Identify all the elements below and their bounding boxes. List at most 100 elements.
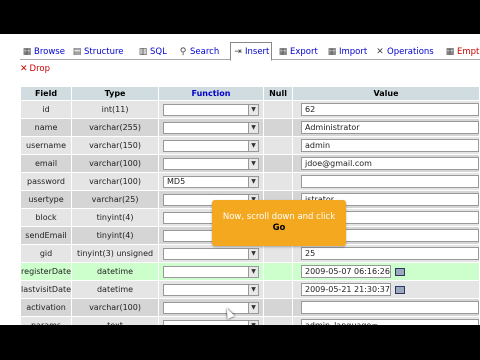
value-cell: admin_language= — [293, 317, 479, 325]
null-cell — [264, 119, 292, 136]
function-select[interactable]: ▼ — [163, 121, 259, 134]
import-icon: ▦ — [327, 46, 337, 57]
table-row: password varchar(100) MD5 ▼ — [21, 173, 479, 190]
field-type: datetime — [72, 263, 159, 280]
tab-export[interactable]: ▦ Export — [278, 43, 318, 60]
value-cell: 25 — [293, 245, 479, 262]
value-cell: 62 — [293, 101, 479, 118]
function-select[interactable]: ▼ — [163, 103, 259, 116]
table-row: paramstext▼ admin_language= — [21, 317, 479, 325]
function-select[interactable]: ▼ — [163, 157, 259, 170]
function-cell: ▼ — [159, 245, 263, 262]
tab-bar: ▦ Browse ▤ Structure ▥ SQL ⚲ Search ⇥ Insert … — [20, 42, 480, 61]
function-select[interactable]: ▼ — [163, 247, 259, 260]
function-select[interactable]: ▼ — [163, 139, 259, 152]
field-type: int(11) — [72, 101, 159, 118]
field-type: tinyint(3) unsigned — [72, 245, 159, 262]
tab-empty[interactable]: ▦ Empt — [445, 43, 480, 60]
function-cell: ▼ — [159, 317, 263, 325]
table-row: lastvisitDate datetime ▼ 2009-05-21 21:30:3… — [21, 281, 479, 298]
field-name: gid — [21, 245, 72, 262]
header-null: Null — [264, 87, 292, 100]
tab-insert[interactable]: ⇥ Insert — [230, 42, 273, 61]
null-cell — [264, 281, 292, 298]
function-cell: ▼ — [159, 137, 263, 154]
value-input[interactable]: 2009-05-07 06:16:26 — [301, 265, 391, 278]
field-type: varchar(150) — [72, 137, 159, 154]
insert-icon: ⇥ — [234, 46, 242, 57]
value-input[interactable] — [301, 301, 479, 314]
function-cell: ▼ — [159, 155, 263, 172]
calendar-icon[interactable] — [395, 267, 405, 276]
function-cell: ▼ — [159, 299, 263, 316]
table-row: email varchar(100) ▼ jdoe@gmail.com — [21, 155, 479, 172]
chevron-down-icon: ▼ — [248, 176, 258, 187]
table-row: username varchar(150) ▼ admin — [21, 137, 479, 154]
value-cell: Administrator — [293, 119, 479, 136]
table-row: id int(11) ▼ 62 — [21, 101, 479, 118]
tab-browse[interactable]: ▦ Browse — [22, 43, 65, 60]
tab-structure[interactable]: ▤ Structure — [72, 43, 124, 60]
tab-sql[interactable]: ▥ SQL — [138, 43, 167, 60]
null-cell — [264, 245, 292, 262]
drop-icon: ✕ — [20, 63, 28, 74]
null-cell — [264, 299, 292, 316]
value-cell: 2009-05-07 06:16:26 — [293, 263, 479, 280]
value-input[interactable] — [301, 175, 479, 188]
function-select[interactable]: ▼ — [163, 265, 259, 278]
video-letterbox-top — [0, 0, 480, 34]
field-type: varchar(25) — [72, 191, 159, 208]
value-cell: admin — [293, 137, 479, 154]
tab-operations[interactable]: ✕ Operations — [375, 43, 434, 60]
field-type: datetime — [72, 281, 159, 298]
browse-icon: ▦ — [22, 46, 32, 57]
value-input[interactable]: 2009-05-21 21:30:37 — [301, 283, 391, 296]
value-cell: 2009-05-21 21:30:37 — [293, 281, 479, 298]
tutorial-callout: Now, scroll down and click Go — [212, 200, 346, 246]
null-cell — [264, 137, 292, 154]
field-name: sendEmail — [21, 227, 72, 244]
function-cell: ▼ — [159, 263, 263, 280]
function-select[interactable]: MD5 ▼ — [163, 175, 259, 188]
null-cell — [264, 155, 292, 172]
field-name: id — [21, 101, 72, 118]
value-cell: jdoe@gmail.com — [293, 155, 479, 172]
sql-icon: ▥ — [138, 46, 148, 57]
field-name: name — [21, 119, 72, 136]
chevron-down-icon: ▼ — [248, 302, 258, 313]
calendar-icon[interactable] — [395, 285, 405, 294]
function-select[interactable]: ▼ — [163, 301, 259, 314]
field-name: block — [21, 209, 72, 226]
null-cell — [264, 173, 292, 190]
field-name: registerDate — [21, 263, 72, 280]
value-input[interactable]: 25 — [301, 247, 479, 260]
structure-icon: ▤ — [72, 46, 82, 57]
value-cell — [293, 299, 479, 316]
field-name: password — [21, 173, 72, 190]
field-type: varchar(100) — [72, 299, 159, 316]
chevron-down-icon: ▼ — [248, 266, 258, 277]
value-input[interactable]: admin — [301, 139, 479, 152]
value-input[interactable]: jdoe@gmail.com — [301, 157, 479, 170]
search-icon: ⚲ — [179, 46, 187, 57]
operations-icon: ✕ — [376, 46, 384, 57]
chevron-down-icon: ▼ — [248, 158, 258, 169]
field-type: tinyint(4) — [72, 227, 159, 244]
table-row: gid tinyint(3) unsigned ▼ 25 — [21, 245, 479, 262]
tab-drop[interactable]: ✕ Drop — [20, 62, 50, 75]
value-input[interactable]: 62 — [301, 103, 479, 116]
header-function[interactable]: Function — [159, 87, 263, 100]
tab-search[interactable]: ⚲ Search — [178, 43, 220, 60]
value-input[interactable]: Administrator — [301, 121, 479, 134]
field-name: usertype — [21, 191, 72, 208]
table-row: activation varchar(100) ▼ — [21, 299, 479, 316]
field-name: username — [21, 137, 72, 154]
field-type: varchar(100) — [72, 173, 159, 190]
field-type: tinyint(4) — [72, 209, 159, 226]
export-icon: ▦ — [278, 46, 288, 57]
function-select[interactable]: ▼ — [163, 283, 259, 296]
header-type: Type — [72, 87, 159, 100]
tab-import[interactable]: ▦ Import — [327, 43, 367, 60]
chevron-down-icon: ▼ — [248, 122, 258, 133]
chevron-down-icon: ▼ — [248, 284, 258, 295]
